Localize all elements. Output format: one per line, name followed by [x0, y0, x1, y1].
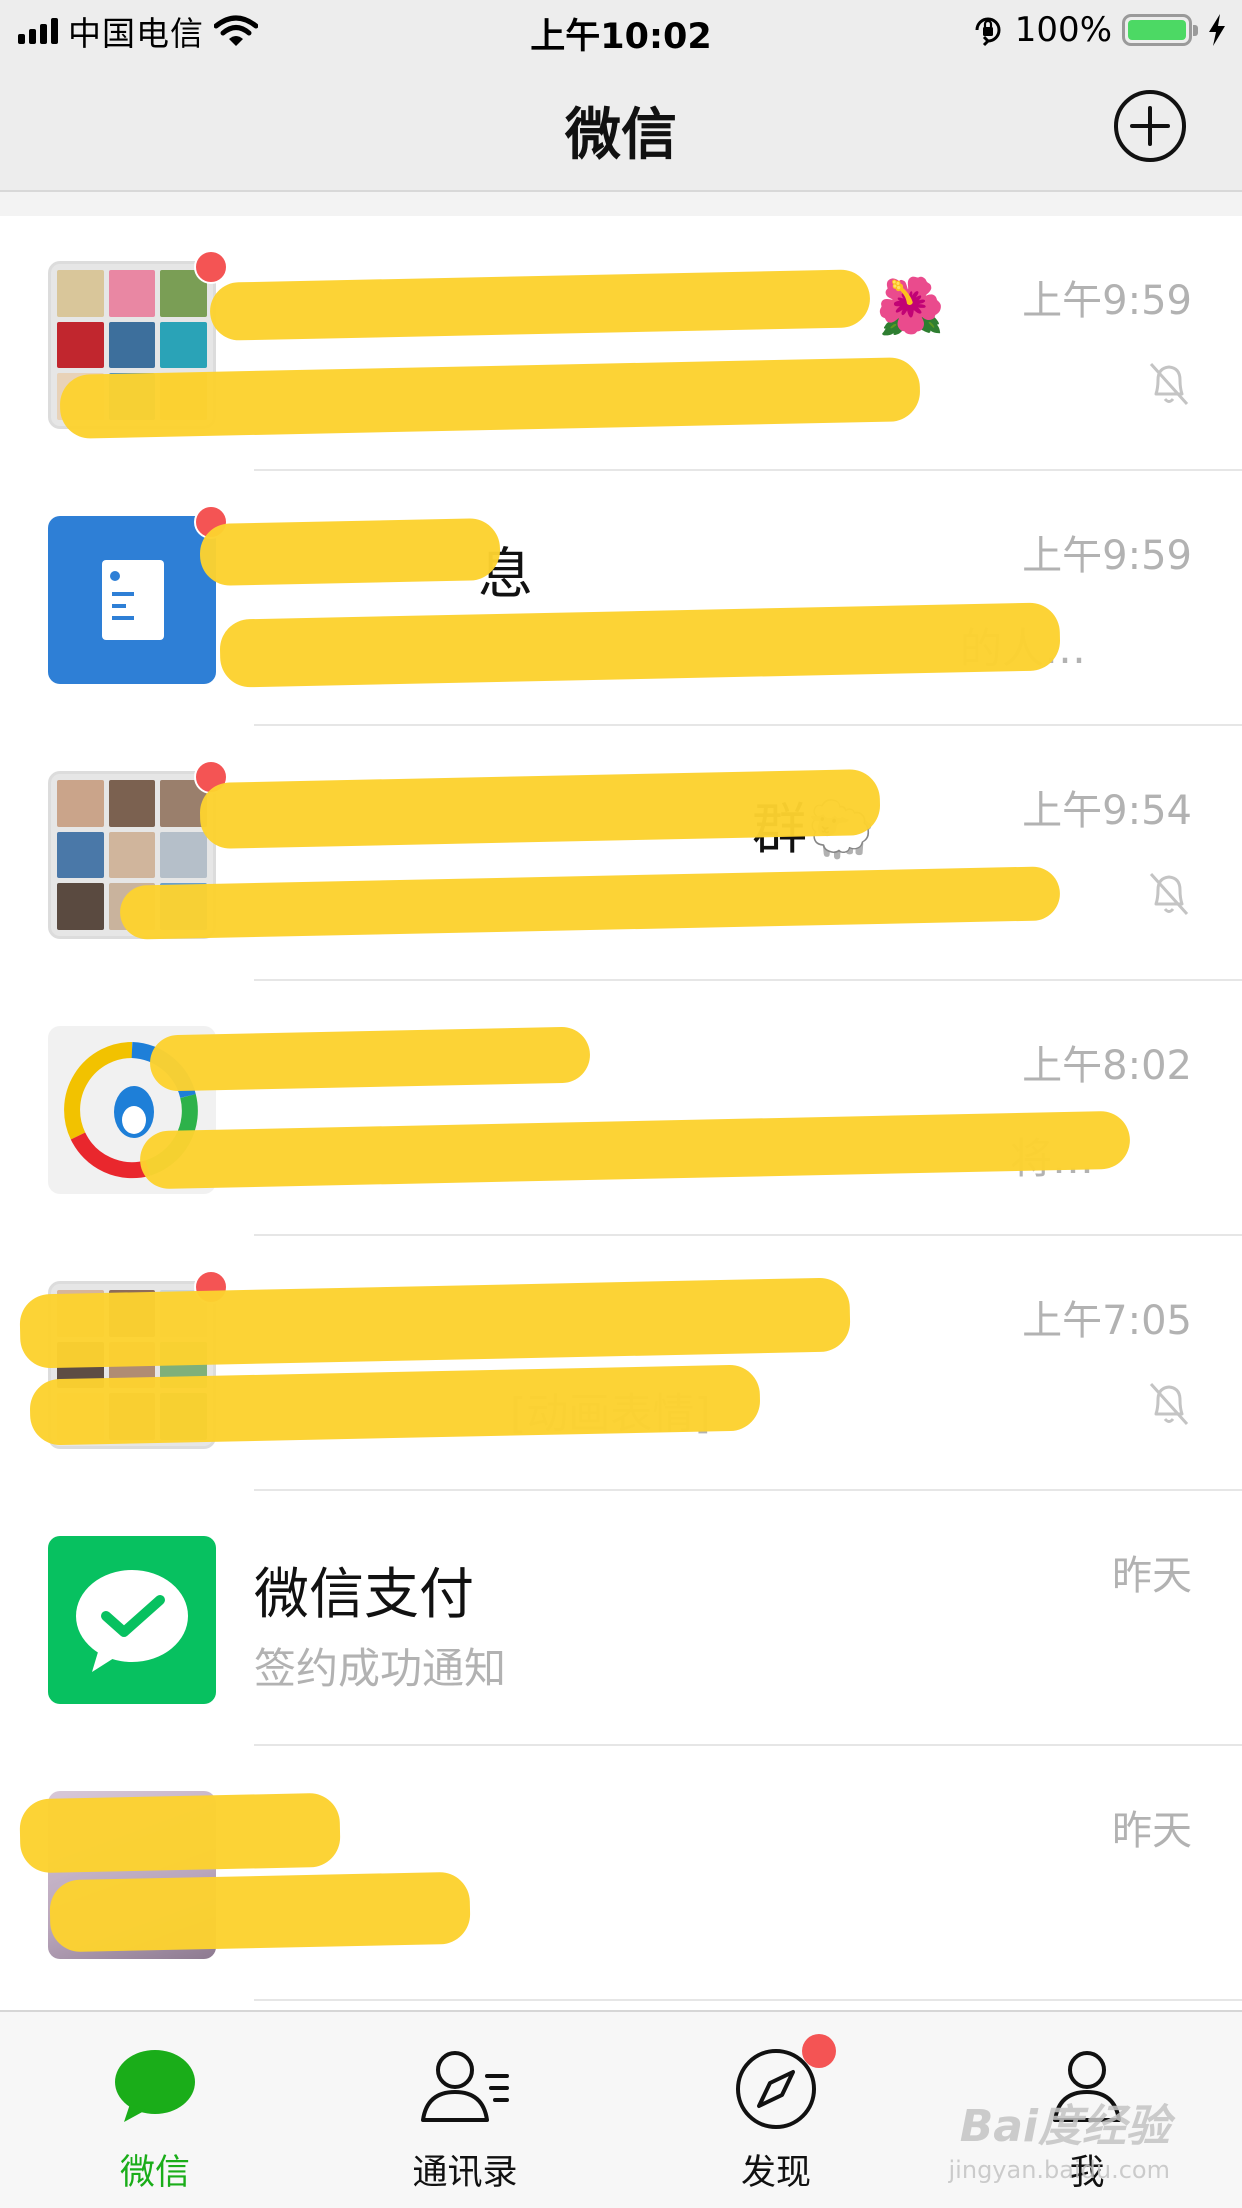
group-avatar: [48, 1281, 216, 1449]
chat-row[interactable]: [动画表情] 上午7:05: [0, 1236, 1242, 1491]
chat-time: 上午8:02: [1022, 1043, 1192, 1089]
document-icon: [102, 560, 164, 640]
charging-bolt-icon: [1209, 14, 1225, 46]
tab-bar: 微信 通讯录 发现 我: [0, 2010, 1242, 2208]
redaction-mark: [219, 602, 1061, 688]
orientation-lock-icon: [975, 17, 1001, 47]
chat-list: 🌺 上午9:59 息 的人… 上午9:59 群🐑 上午9:54 将… 上午8:0…: [0, 216, 1242, 2001]
nav-bar: 微信: [0, 62, 1242, 192]
chat-name: 🌺: [876, 274, 945, 338]
plus-circle-icon: [1114, 90, 1186, 162]
page-title: 微信: [565, 103, 677, 168]
tab-contacts[interactable]: 通讯录: [365, 2012, 565, 2208]
unread-badge: [194, 1270, 228, 1304]
chat-time: 昨天: [1112, 1808, 1192, 1854]
battery-icon: [1122, 14, 1198, 46]
unread-badge: [194, 250, 228, 284]
chat-row[interactable]: 将… 上午8:02: [0, 981, 1242, 1236]
chat-preview: 将…: [1010, 1134, 1095, 1183]
chat-row[interactable]: 昨天: [0, 1746, 1242, 2001]
tab-chats[interactable]: 微信: [55, 2012, 255, 2208]
search-gap: [0, 192, 1242, 216]
battery-percent: 100%: [1014, 10, 1112, 50]
chat-row[interactable]: 🌺 上午9:59: [0, 216, 1242, 471]
add-button[interactable]: [1112, 88, 1188, 164]
chat-time: 昨天: [1112, 1553, 1192, 1599]
redaction-mark: [119, 866, 1061, 940]
chat-name: 微信支付: [254, 1562, 475, 1626]
chat-name: 息: [478, 542, 534, 606]
wechat-pay-icon: [76, 1570, 188, 1672]
chat-name: 群🐑: [752, 797, 876, 861]
mute-bell-icon: [1149, 362, 1189, 406]
group-avatar: [48, 771, 216, 939]
unread-badge: [194, 760, 228, 794]
chat-time: 上午9:59: [1022, 278, 1192, 324]
chat-row[interactable]: 群🐑 上午9:54: [0, 726, 1242, 981]
discover-badge: [802, 2034, 836, 2068]
unread-badge: [194, 505, 228, 539]
status-bar: 中国电信 上午10:02 100%: [0, 0, 1242, 62]
wechat-pay-avatar: [48, 1536, 216, 1704]
group-avatar: [48, 261, 216, 429]
redaction-mark: [209, 269, 871, 341]
tab-label: 发现: [740, 2153, 811, 2193]
chat-time: 上午9:59: [1022, 533, 1192, 579]
tab-label: 我: [1069, 2153, 1105, 2193]
chat-preview: [动画表情]: [510, 1389, 711, 1438]
chat-time: 上午7:05: [1022, 1298, 1192, 1344]
tab-label: 通讯录: [412, 2153, 518, 2193]
tab-label: 微信: [119, 2153, 190, 2193]
chat-row[interactable]: 息 的人… 上午9:59: [0, 471, 1242, 726]
mute-bell-icon: [1149, 872, 1189, 916]
redaction-mark: [199, 517, 501, 587]
contacts-icon: [421, 2051, 509, 2122]
chat-row[interactable]: 微信支付 签约成功通知 昨天: [0, 1491, 1242, 1746]
person-icon: [1053, 2051, 1121, 2122]
tab-discover[interactable]: 发现: [676, 2012, 876, 2208]
qq-avatar: [48, 1026, 216, 1194]
photo-avatar: [48, 1791, 216, 1959]
chat-preview: 的人…: [960, 624, 1087, 673]
chat-preview: 签约成功通知: [254, 1644, 507, 1693]
mute-bell-icon: [1149, 1382, 1189, 1426]
document-avatar: [48, 516, 216, 684]
status-right: 100%: [971, 10, 1228, 50]
chat-bubble-icon: [115, 2050, 195, 2122]
tab-me[interactable]: 我: [987, 2012, 1187, 2208]
redaction-mark: [139, 1110, 1131, 1190]
qq-penguin-logo: [64, 1042, 198, 1179]
chat-time: 上午9:54: [1022, 788, 1192, 834]
